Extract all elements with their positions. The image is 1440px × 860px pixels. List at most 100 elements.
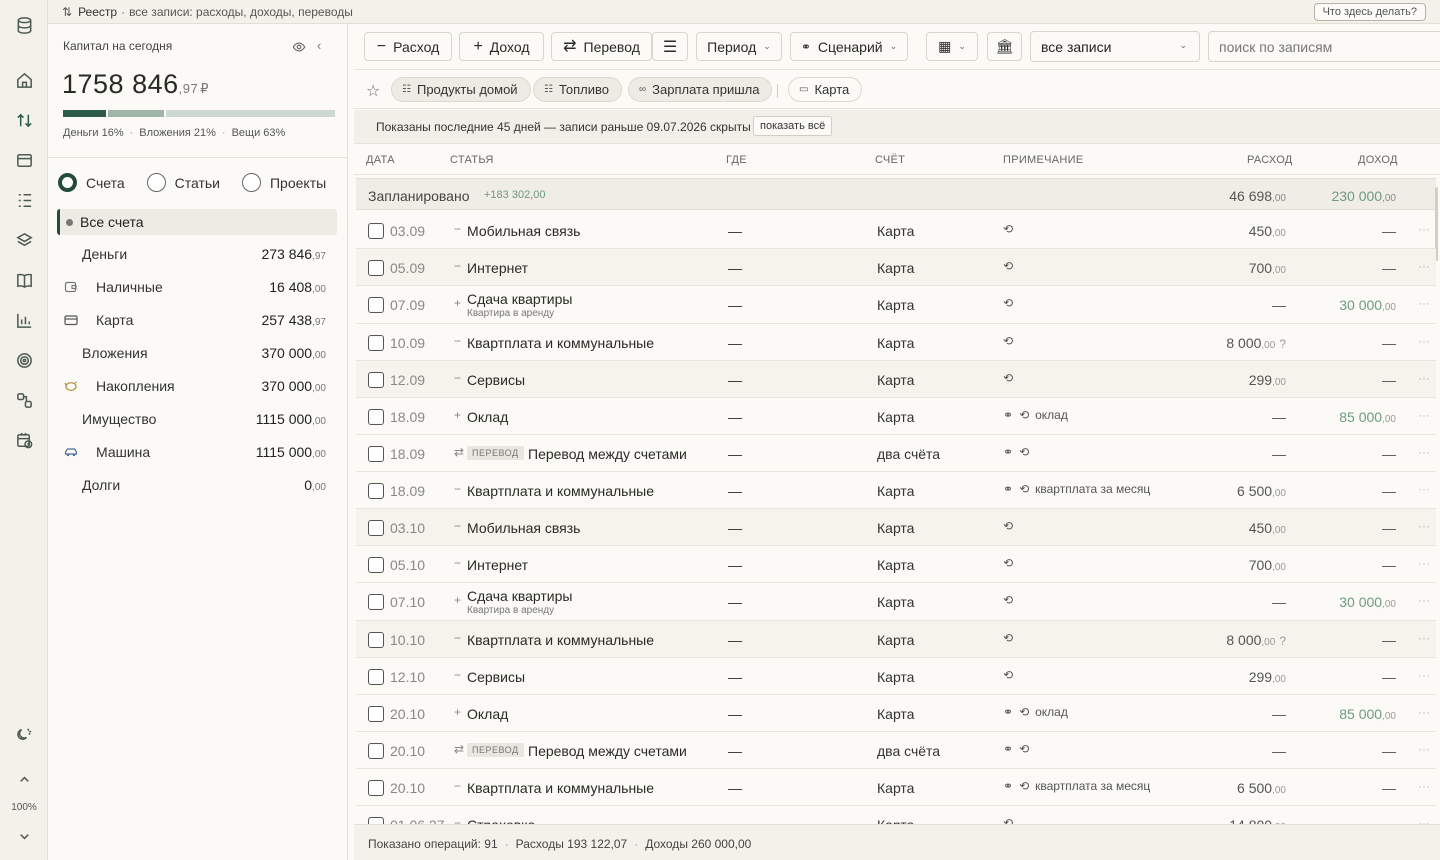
row-checkbox[interactable]	[368, 297, 384, 313]
account-item[interactable]: Долги 0,00	[48, 475, 348, 497]
view-mode-radio[interactable]: Проекты	[241, 173, 326, 192]
search-input[interactable]	[1219, 38, 1440, 55]
col-where[interactable]: ГДЕ	[726, 154, 747, 166]
row-more-icon[interactable]: ···	[1418, 593, 1430, 607]
row-more-icon[interactable]: ···	[1418, 816, 1430, 825]
transfer-arrows-icon[interactable]	[12, 108, 36, 132]
table-row[interactable]: 18.09 − Квартплата и коммунальные — Карта ⚭ ⟲ к…	[356, 472, 1436, 509]
col-note[interactable]: ПРИМЕЧАНИЕ	[1003, 154, 1084, 166]
show-all-button[interactable]: показать всё	[753, 116, 833, 136]
table-row[interactable]: 03.09 − Мобильная связь — Карта ⟲ 450,00 — ···	[356, 212, 1436, 249]
row-checkbox[interactable]	[368, 259, 384, 276]
calendar-clock-icon[interactable]	[12, 428, 36, 452]
add-transfer-button[interactable]: ⇄ Перевод	[551, 32, 652, 61]
row-more-icon[interactable]: ···	[1418, 742, 1430, 756]
col-income[interactable]: ДОХОД	[1358, 154, 1398, 166]
row-more-icon[interactable]: ···	[1418, 779, 1430, 793]
row-checkbox[interactable]	[368, 556, 384, 573]
table-row[interactable]: 20.10 − Квартплата и коммунальные — Карта ⚭ ⟲ к…	[356, 769, 1436, 806]
table-row[interactable]: 18.09 + Оклад — Карта ⚭ ⟲ оклад — 85 000,00 ···	[356, 398, 1436, 435]
row-more-icon[interactable]: ···	[1418, 222, 1430, 236]
row-checkbox[interactable]	[368, 519, 384, 536]
row-more-icon[interactable]: ···	[1418, 445, 1430, 459]
scenario-dropdown[interactable]: ⚭ Сценарий ⌄	[790, 32, 908, 61]
col-date[interactable]: ДАТА	[366, 154, 395, 166]
quick-tag[interactable]: ☷ Продукты домой	[391, 77, 531, 102]
help-button[interactable]: Что здесь делать?	[1313, 3, 1426, 21]
table-row[interactable]: 18.09 ⇄ ПЕРЕВОД Перевод между счетами — два с…	[356, 435, 1436, 472]
row-more-icon[interactable]: ···	[1418, 631, 1430, 645]
search-box[interactable]	[1208, 31, 1440, 62]
period-dropdown[interactable]: Период ⌄	[696, 32, 782, 61]
view-mode-radio[interactable]: Счета	[58, 173, 125, 192]
table-row[interactable]: 05.09 − Интернет — Карта ⟲ 700,00 — ···	[356, 249, 1436, 286]
row-checkbox[interactable]	[368, 779, 384, 796]
star-icon[interactable]: ☆	[366, 81, 380, 101]
row-more-icon[interactable]: ···	[1418, 259, 1430, 273]
quick-tag[interactable]: ☷ Топливо	[533, 77, 623, 102]
theme-toggle-icon[interactable]	[12, 722, 36, 746]
row-checkbox[interactable]	[368, 371, 384, 388]
row-checkbox[interactable]	[368, 631, 384, 648]
target-icon[interactable]	[12, 348, 36, 372]
row-more-icon[interactable]: ···	[1418, 334, 1430, 348]
radio-circle[interactable]	[241, 173, 261, 192]
account-item[interactable]: Деньги 273 846,97	[48, 244, 348, 266]
row-checkbox[interactable]	[368, 668, 384, 685]
row-more-icon[interactable]: ···	[1418, 556, 1430, 570]
table-row[interactable]: 07.10 + Сдача квартиры Квартира в аренду — Ка…	[356, 583, 1436, 621]
row-more-icon[interactable]: ···	[1418, 519, 1430, 533]
account-item[interactable]: Машина 1115 000,00	[48, 442, 348, 464]
list-tree-icon[interactable]	[12, 188, 36, 212]
collapse-panel-icon[interactable]: ‹	[317, 38, 321, 53]
scenario-icon[interactable]	[12, 388, 36, 412]
account-item[interactable]: Накопления 370 000,00	[48, 376, 348, 398]
row-more-icon[interactable]: ···	[1418, 408, 1430, 422]
col-account[interactable]: СЧЁТ	[875, 154, 905, 166]
row-checkbox[interactable]	[368, 742, 384, 759]
table-row[interactable]: 07.09 + Сдача квартиры Квартира в аренду — Ка…	[356, 286, 1436, 324]
col-article[interactable]: СТАТЬЯ	[450, 154, 494, 166]
menu-button[interactable]: ☰	[652, 32, 688, 61]
row-checkbox[interactable]	[368, 482, 384, 499]
table-row[interactable]: 12.09 − Сервисы — Карта ⟲ 299,00 — ···	[356, 361, 1436, 398]
home-icon[interactable]	[12, 68, 36, 92]
add-income-button[interactable]: + Доход	[459, 32, 544, 61]
table-row[interactable]: 10.09 − Квартплата и коммунальные — Карта ⟲ 8 …	[356, 324, 1436, 361]
breadcrumb-section[interactable]: Реестр	[78, 5, 117, 19]
planned-group-header[interactable]: Запланировано +183 302,00 46 698,00 230 …	[356, 178, 1436, 210]
table-row[interactable]: 01.06.27 −Страховка — Карта ⟲ 14 800,00 — ···	[356, 806, 1436, 824]
account-item[interactable]: Карта 257 438,97	[48, 310, 348, 332]
view-mode-radio[interactable]: Статьи	[146, 173, 220, 192]
table-row[interactable]: 20.10 + Оклад — Карта ⚭ ⟲ оклад — 85 000,00 ···	[356, 695, 1436, 732]
chevron-up-icon[interactable]	[12, 767, 36, 791]
eye-icon[interactable]	[292, 40, 306, 54]
radio-circle[interactable]	[58, 173, 77, 192]
row-checkbox[interactable]	[368, 222, 384, 239]
database-icon[interactable]	[12, 13, 36, 37]
add-expense-button[interactable]: − Расход	[364, 32, 452, 61]
table-row[interactable]: 20.10 ⇄ ПЕРЕВОД Перевод между счетами — два с…	[356, 732, 1436, 769]
row-checkbox[interactable]	[368, 705, 384, 722]
table-row[interactable]: 10.10 − Квартплата и коммунальные — Карта ⟲ 8 …	[356, 621, 1436, 658]
row-checkbox[interactable]	[368, 445, 384, 462]
chevron-down-icon[interactable]	[12, 824, 36, 848]
row-checkbox[interactable]	[368, 816, 384, 824]
table-row[interactable]: 05.10 − Интернет — Карта ⟲ 700,00 — ···	[356, 546, 1436, 583]
account-item[interactable]: Вложения 370 000,00	[48, 343, 348, 365]
row-more-icon[interactable]: ···	[1418, 482, 1430, 496]
table-row[interactable]: 12.10 − Сервисы — Карта ⟲ 299,00 — ···	[356, 658, 1436, 695]
table-row[interactable]: 03.10 − Мобильная связь — Карта ⟲ 450,00 — ···	[356, 509, 1436, 546]
row-more-icon[interactable]: ···	[1418, 296, 1430, 310]
all-accounts-item[interactable]: Все счета	[57, 209, 337, 235]
view-layout-dropdown[interactable]: ▦ ⌄	[926, 32, 978, 61]
radio-circle[interactable]	[146, 173, 166, 192]
layers-icon[interactable]	[12, 228, 36, 252]
bank-button[interactable]: 🏛	[987, 32, 1022, 61]
account-item[interactable]: Наличные 16 408,00	[48, 277, 348, 299]
row-more-icon[interactable]: ···	[1418, 371, 1430, 385]
quick-tag-account[interactable]: ▭ Карта	[788, 77, 863, 102]
row-checkbox[interactable]	[368, 594, 384, 610]
quick-tag[interactable]: ∞ Зарплата пришла	[628, 77, 773, 102]
book-icon[interactable]	[12, 268, 36, 292]
